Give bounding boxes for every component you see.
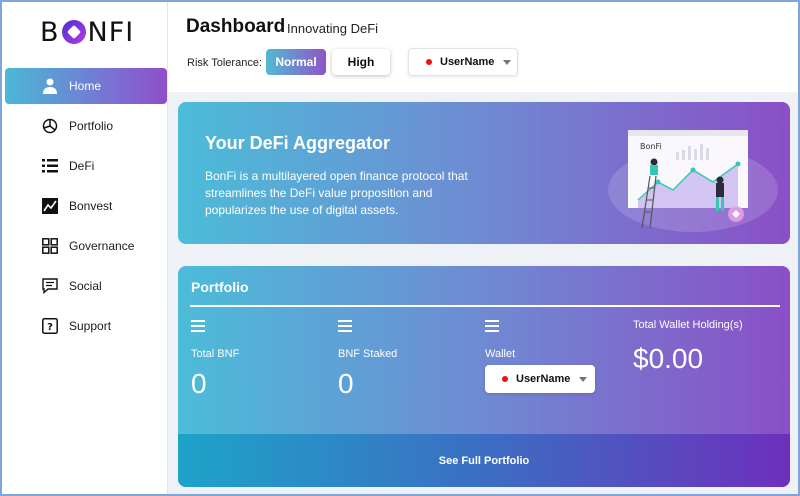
chevron-down-icon (503, 59, 512, 65)
sidebar-item-social[interactable]: Social (5, 268, 167, 304)
logo-letter-b: B (40, 16, 60, 48)
bnf-staked-stat: BNF Staked 0 (338, 320, 397, 400)
hero-description: BonFi is a multilayered open finance pro… (205, 169, 468, 217)
total-bnf-stat: Total BNF 0 (191, 320, 239, 400)
sidebar-item-label: Portfolio (69, 119, 114, 133)
sidebar-item-label: DeFi (69, 159, 95, 173)
sidebar: B NFI Home Portfolio DeFi Bonvest Govern… (2, 2, 168, 494)
top-header: Dashboard Innovating DeFi Risk Tolerance… (168, 2, 798, 92)
user-icon (41, 77, 59, 95)
sidebar-item-home[interactable]: Home (5, 68, 167, 104)
wallet-dropdown-label: UserName (516, 373, 571, 385)
sidebar-item-label: Bonvest (69, 199, 113, 213)
question-icon: ? (41, 317, 59, 335)
list-icon (41, 157, 59, 175)
sidebar-item-bonvest[interactable]: Bonvest (5, 188, 167, 224)
see-full-portfolio-button[interactable]: See Full Portfolio (178, 434, 790, 487)
sidebar-item-label: Social (69, 279, 102, 293)
menu-icon (191, 320, 205, 332)
wallet-stat: Wallet (485, 320, 515, 360)
total-holding-value: $0.00 (633, 343, 704, 374)
sidebar-item-portfolio[interactable]: Portfolio (5, 108, 167, 144)
menu-icon (485, 320, 499, 332)
hero-title: Your DeFi Aggregator (205, 133, 391, 153)
divider (190, 305, 780, 307)
wallet-label: Wallet (485, 348, 516, 360)
total-holding-label: Total Wallet Holding(s) (633, 319, 743, 331)
sidebar-nav: Home Portfolio DeFi Bonvest Governance S… (5, 68, 167, 348)
hero-banner: Your DeFi Aggregator BonFi is a multilay… (178, 102, 790, 244)
chat-icon (41, 277, 59, 295)
portfolio-title: Portfolio (191, 279, 249, 295)
page-subtitle: Innovating DeFi (287, 21, 379, 36)
portfolio-card: Portfolio Total BNF 0 BNF Staked 0 Walle… (178, 266, 790, 487)
sidebar-item-label: Home (69, 79, 102, 93)
total-bnf-value: 0 (191, 368, 207, 399)
defi-illustration: BonFi (608, 130, 778, 232)
line-chart-icon (41, 197, 59, 215)
page-title: Dashboard (186, 16, 286, 37)
sidebar-item-defi[interactable]: DeFi (5, 148, 167, 184)
bonfi-logo[interactable]: B NFI (40, 14, 134, 50)
svg-text:?: ? (47, 322, 53, 333)
status-dot-icon (426, 59, 432, 65)
risk-tolerance-label: Risk Tolerance: (187, 57, 262, 69)
sidebar-item-label: Support (69, 319, 112, 333)
user-dropdown[interactable]: UserName (408, 48, 518, 76)
user-dropdown-label: UserName (440, 56, 495, 68)
logo-letters-nfi: NFI (87, 16, 135, 48)
status-dot-icon (502, 376, 508, 382)
wallet-user-dropdown[interactable]: UserName (485, 365, 595, 393)
risk-high-button[interactable]: High (332, 49, 390, 75)
risk-normal-button[interactable]: Normal (266, 49, 326, 75)
app-window: B NFI Home Portfolio DeFi Bonvest Govern… (2, 2, 798, 494)
logo-o-icon (61, 20, 86, 44)
illustration-brand-label: BonFi (640, 142, 662, 151)
bnf-staked-value: 0 (338, 368, 354, 399)
bnf-staked-label: BNF Staked (338, 348, 398, 360)
sidebar-item-governance[interactable]: Governance (5, 228, 167, 264)
menu-icon (338, 320, 352, 332)
total-bnf-label: Total BNF (191, 348, 240, 360)
chevron-down-icon (579, 376, 588, 382)
sidebar-item-support[interactable]: ? Support (5, 308, 167, 344)
pie-chart-icon (41, 117, 59, 135)
grid-icon (41, 237, 59, 255)
sidebar-item-label: Governance (69, 239, 135, 253)
